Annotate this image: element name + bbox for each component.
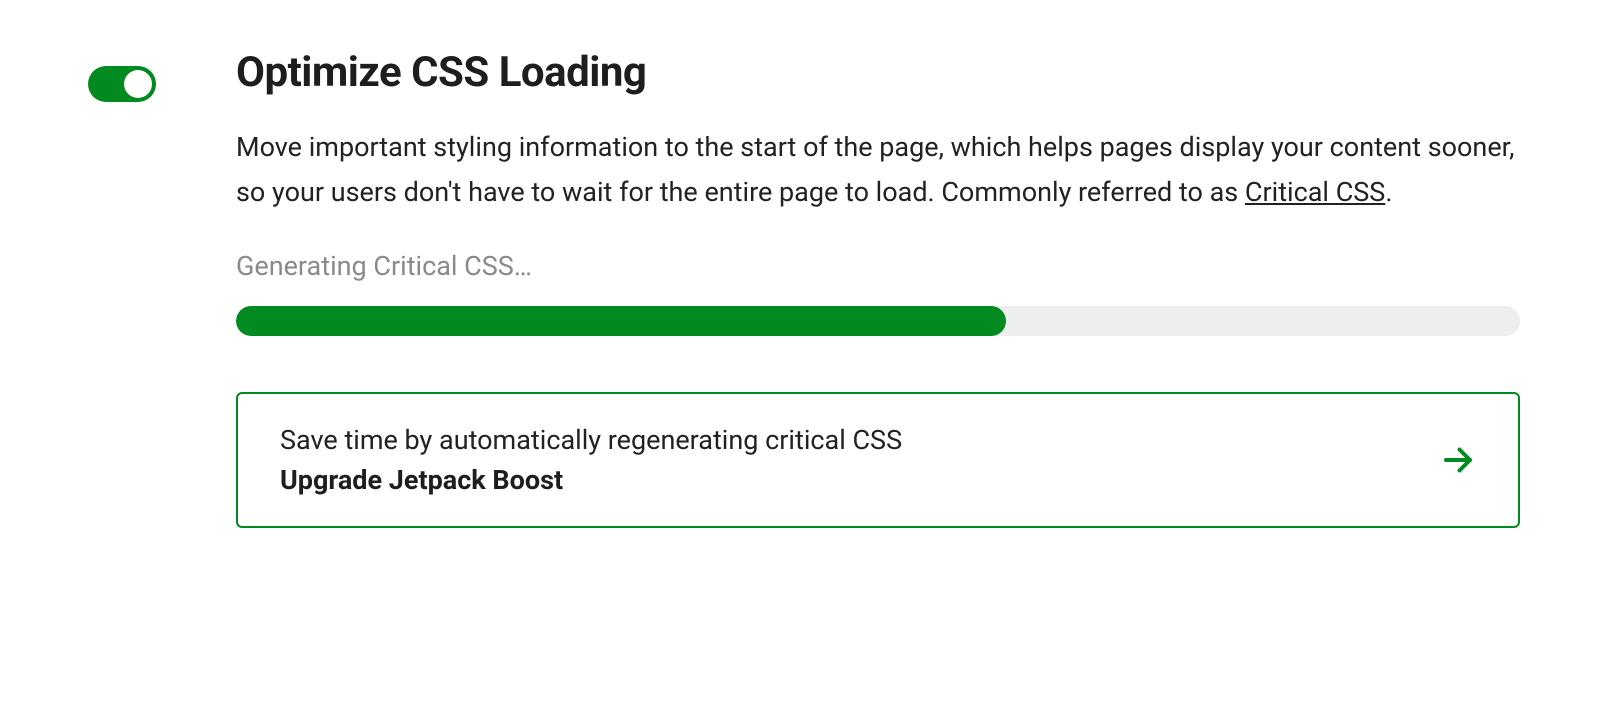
feature-description-suffix: . <box>1385 176 1392 208</box>
optimize-css-feature-row: Optimize CSS Loading Move important styl… <box>88 48 1520 528</box>
critical-css-progress-fill <box>236 306 1006 336</box>
generation-status-text: Generating Critical CSS… <box>236 250 1520 282</box>
feature-content: Optimize CSS Loading Move important styl… <box>236 48 1520 528</box>
critical-css-progress-bar <box>236 306 1520 336</box>
feature-title: Optimize CSS Loading <box>236 48 1520 97</box>
upsell-line2: Upgrade Jetpack Boost <box>280 464 902 496</box>
upgrade-jetpack-boost-card[interactable]: Save time by automatically regenerating … <box>236 392 1520 528</box>
arrow-right-icon <box>1440 442 1476 478</box>
upsell-line1: Save time by automatically regenerating … <box>280 424 902 456</box>
feature-description: Move important styling information to th… <box>236 125 1520 214</box>
toggle-knob <box>124 70 152 98</box>
critical-css-link[interactable]: Critical CSS <box>1245 176 1385 208</box>
upsell-text: Save time by automatically regenerating … <box>280 424 902 496</box>
optimize-css-toggle[interactable] <box>88 66 156 102</box>
